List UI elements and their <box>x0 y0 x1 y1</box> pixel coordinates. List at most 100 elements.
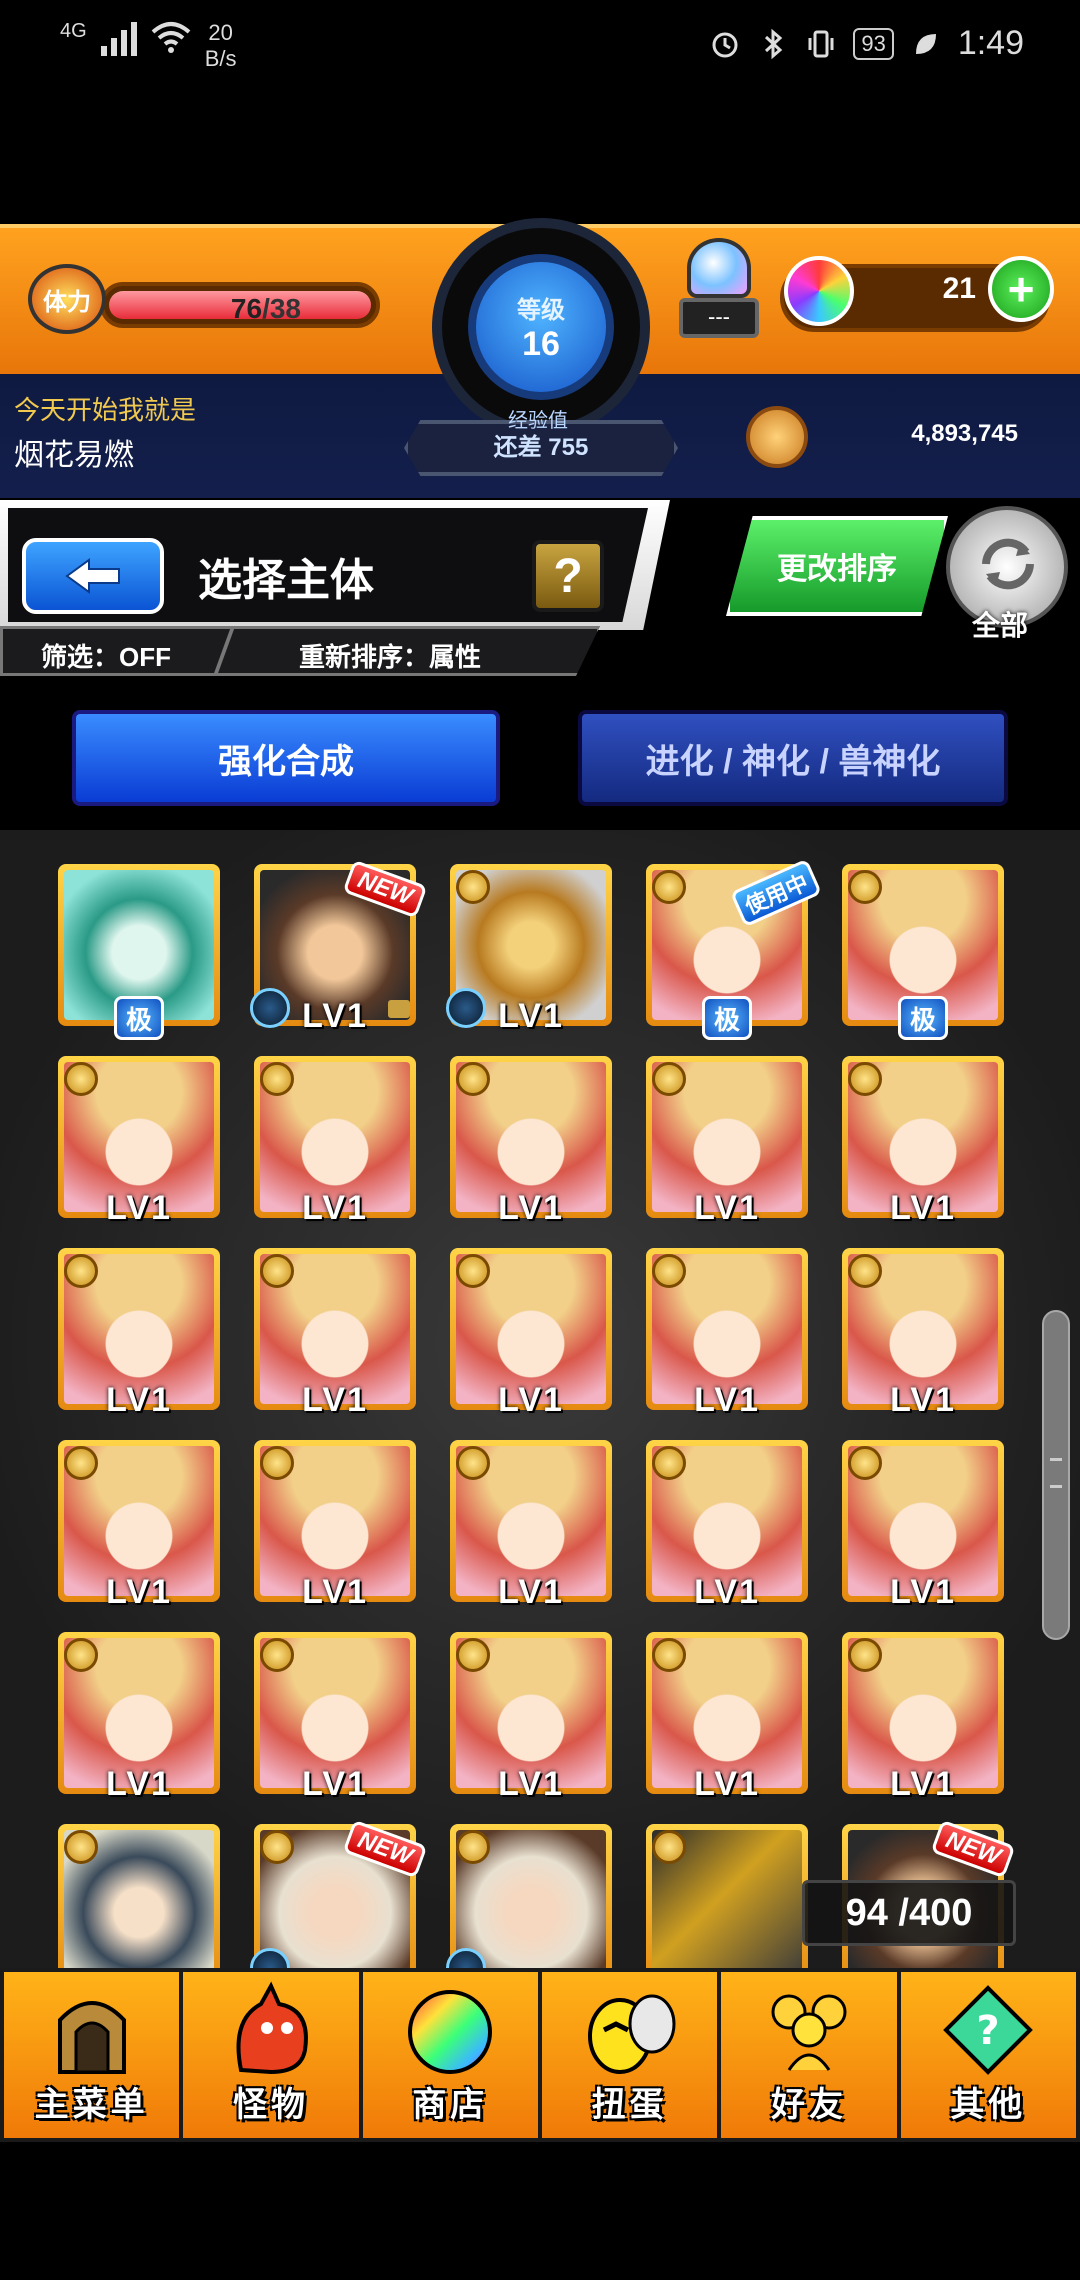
status-left: 4G 20 B/s <box>60 20 236 72</box>
ultra-badge: 极 <box>898 996 948 1040</box>
light-element-icon <box>848 1638 882 1672</box>
status-bar: 4G 20 B/s 93 1:49 <box>0 0 1080 100</box>
monster-level: LV1 <box>302 1189 368 1227</box>
network-type: 4G <box>60 20 87 42</box>
monster-level: LV1 <box>694 1189 760 1227</box>
monster-card[interactable]: LV1 <box>842 1056 1004 1227</box>
monster-card[interactable]: LV1 <box>450 1056 612 1227</box>
monster-card[interactable]: LV1 <box>842 1248 1004 1419</box>
nav-monsters[interactable]: 怪物 <box>179 1968 359 2142</box>
light-element-icon <box>848 1254 882 1288</box>
change-sort-button[interactable]: 更改排序 <box>726 516 948 616</box>
filter-divider <box>211 629 235 676</box>
monster-card[interactable]: LV1 <box>450 1440 612 1611</box>
stamina-bar: 76/38 <box>100 282 380 328</box>
leaf-icon <box>915 33 936 54</box>
monster-card[interactable]: LV1 <box>58 1248 220 1419</box>
sort-status[interactable]: 重新排序：属性 <box>299 637 481 674</box>
monster-level: LV1 <box>106 1573 172 1611</box>
monster-card[interactable] <box>646 1824 808 1968</box>
strengthen-fusion-button[interactable]: 强化合成 <box>72 710 500 806</box>
monster-level: LV1 <box>106 1189 172 1227</box>
monster-level: LV1 <box>498 1573 564 1611</box>
monster-card[interactable]: LV1 <box>58 1632 220 1803</box>
monster-card[interactable]: LV1 <box>450 1248 612 1419</box>
monster-card[interactable]: LV1 <box>646 1248 808 1419</box>
scrollbar[interactable] <box>1042 1310 1070 1640</box>
evolve-button[interactable]: 进化 / 神化 / 兽神化 <box>578 710 1008 806</box>
capsule-icon <box>687 238 751 298</box>
monster-card[interactable]: LV1 <box>254 1056 416 1227</box>
motto-value: 烟花易燃 <box>14 439 134 472</box>
light-element-icon <box>652 1062 686 1096</box>
help-button[interactable]: ? <box>532 540 604 612</box>
nav-label: 商店 <box>412 2086 489 2124</box>
egg-icon <box>580 1980 680 2080</box>
nav-label: 怪物 <box>232 2086 309 2124</box>
monster-card[interactable]: LV1 <box>842 1440 1004 1611</box>
monster-card[interactable]: LV1 <box>254 1632 416 1803</box>
ultra-badge: 极 <box>702 996 752 1040</box>
friends-icon <box>759 1980 859 2080</box>
monster-card[interactable]: LV1 <box>646 1632 808 1803</box>
gate-icon <box>42 1980 142 2080</box>
monster-card[interactable]: 极 <box>58 864 220 1040</box>
light-element-icon <box>64 1638 98 1672</box>
monster-card[interactable]: 极 <box>842 864 1004 1040</box>
monster-card[interactable]: LV1 <box>646 1056 808 1227</box>
monster-level: LV1 <box>302 1765 368 1803</box>
monster-level: LV1 <box>498 1765 564 1803</box>
stamina-text: 76/38 <box>231 293 301 325</box>
monster-card[interactable]: LV1 <box>446 864 612 1035</box>
monster-card[interactable]: LV1 <box>254 1440 416 1611</box>
capsule-text: --- <box>679 298 759 338</box>
monster-card[interactable]: LV1 <box>646 1440 808 1611</box>
alarm-icon <box>712 32 738 57</box>
monster-card[interactable]: 极使用中 <box>646 858 823 1040</box>
exp-label: 经验值 <box>508 410 568 432</box>
capsule-button[interactable]: --- <box>676 238 762 348</box>
back-button[interactable] <box>22 538 164 614</box>
monster-card[interactable]: LV1 NEW <box>250 859 428 1035</box>
scroll-grip-icon <box>1050 1458 1062 1488</box>
monster-level: LV1 <box>302 1381 368 1419</box>
monster-card[interactable] <box>58 1824 220 1968</box>
light-element-icon <box>652 1254 686 1288</box>
nav-friends[interactable]: 好友 <box>717 1968 897 2142</box>
monster-card[interactable] <box>446 1824 612 1968</box>
monster-card[interactable]: NEW <box>250 1819 428 1968</box>
light-element-icon <box>848 1446 882 1480</box>
gold-amount: 4,893,745 <box>911 420 1018 447</box>
light-element-icon <box>652 1830 686 1864</box>
monster-level: LV1 <box>302 997 368 1035</box>
monster-card[interactable]: LV1 <box>254 1248 416 1419</box>
stamina-current: 76 <box>230 293 263 324</box>
monster-level: LV1 <box>890 1765 956 1803</box>
monster-card[interactable]: LV1 <box>450 1632 612 1803</box>
monster-level: LV1 <box>106 1765 172 1803</box>
nav-shop[interactable]: 商店 <box>358 1968 538 2142</box>
svg-text:?: ? <box>977 2008 1000 2054</box>
rank-label: 等级 <box>517 297 565 324</box>
light-element-icon <box>848 870 882 904</box>
filter-bar: 筛选：OFF 重新排序：属性 <box>0 626 600 676</box>
bluetooth-icon <box>765 28 783 59</box>
speed-unit: B/s <box>204 46 237 71</box>
monster-card[interactable]: LV1 <box>842 1632 1004 1803</box>
monster-card[interactable]: LV1 <box>58 1056 220 1227</box>
page-title: 选择主体 <box>198 556 374 605</box>
speed-value: 20 <box>208 20 233 45</box>
player-hud: 76/38 体力 等级 16 还差 755 经验值 --- 21 + 今天开始我… <box>0 218 1080 498</box>
buy-orbs-button[interactable]: + <box>988 256 1054 322</box>
stamina-max: /38 <box>262 293 301 324</box>
nav-gacha[interactable]: 扭蛋 <box>537 1968 718 2142</box>
wifi-icon <box>151 20 191 54</box>
clock: 1:49 <box>957 24 1024 62</box>
nav-other[interactable]: ? 其他 <box>896 1968 1080 2142</box>
monster-card[interactable]: LV1 <box>58 1440 220 1611</box>
nav-main-menu[interactable]: 主菜单 <box>0 1968 180 2142</box>
monster-box: 极 LV1 NEW LV1 极使用中极 LV1 LV1 LV1 LV1 LV1 LV1 LV1 LV1 L… <box>0 830 1080 1968</box>
motto-label: 今天开始我就是 <box>14 395 197 425</box>
filter-toggle[interactable]: 筛选：OFF <box>41 637 171 674</box>
rank-value: 16 <box>522 325 560 363</box>
